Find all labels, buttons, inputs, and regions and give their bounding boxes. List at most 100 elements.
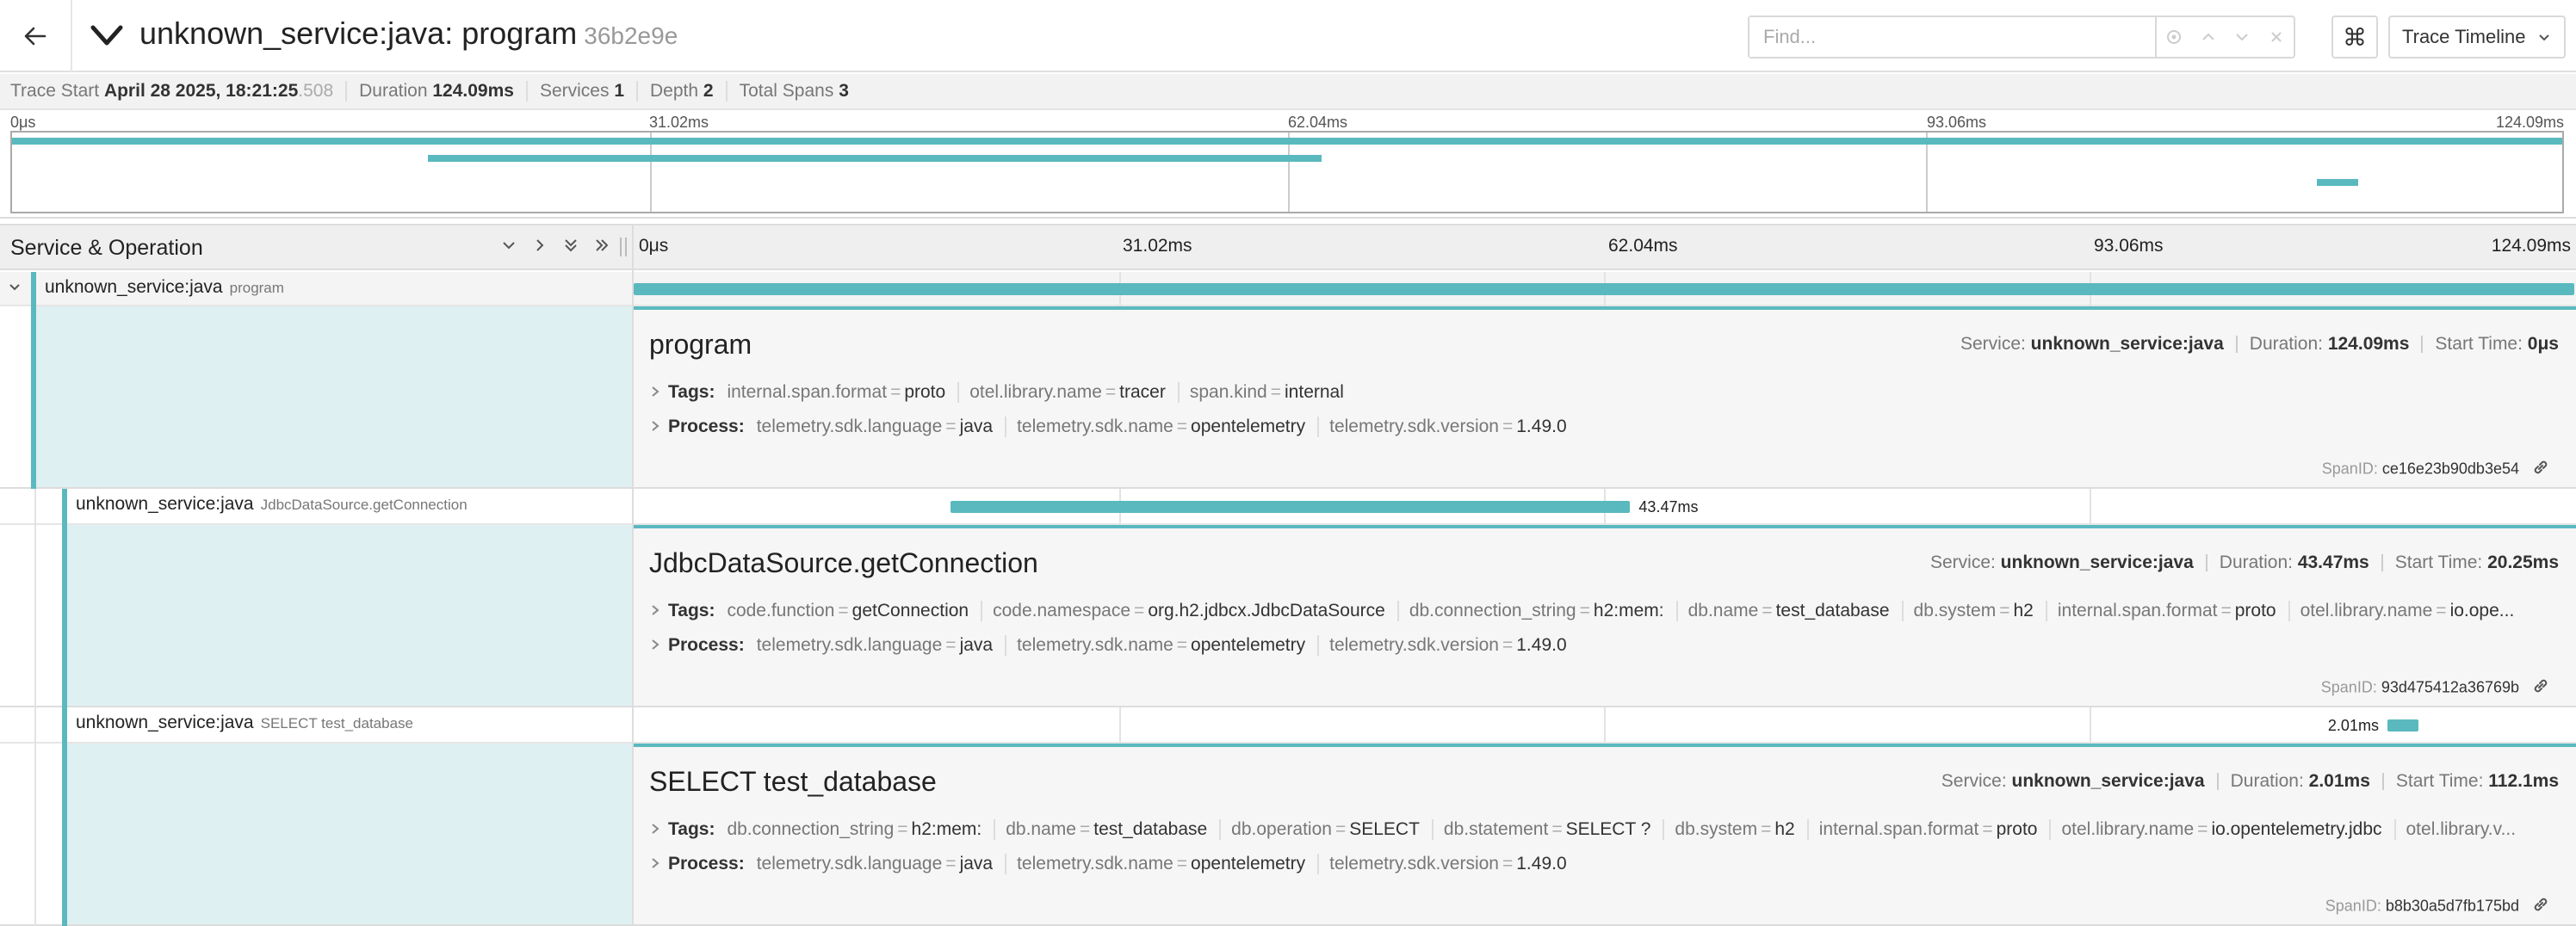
tag-equals: = xyxy=(2220,601,2232,620)
chevron-right-icon[interactable] xyxy=(649,856,661,873)
span-bar[interactable] xyxy=(950,501,1631,513)
span-name[interactable]: unknown_service:java program xyxy=(45,277,284,298)
tag-pair: db.system = h2 xyxy=(1675,819,1809,840)
duration-value: 2.01ms xyxy=(2308,771,2370,791)
span-duration-label: 43.47ms xyxy=(1638,498,1699,515)
locate-button[interactable] xyxy=(2157,17,2191,57)
expand-one-icon[interactable] xyxy=(530,236,549,255)
span-id-label: SpanID: xyxy=(2325,897,2386,915)
tag-value: proto xyxy=(2234,601,2276,620)
tag-equals: = xyxy=(1761,819,1772,839)
span-tags[interactable]: Tags: db.connection_string = h2:mem: db.name… xyxy=(649,819,2559,840)
chevron-right-icon[interactable] xyxy=(649,385,661,401)
keyboard-shortcuts-button[interactable]: ⌘ xyxy=(2331,15,2378,59)
span-detail-meta: Service: unknown_service:java Duration: 1… xyxy=(1960,334,2559,355)
tag-equals: = xyxy=(1334,819,1347,839)
start-time-value: 112.1ms xyxy=(2488,771,2559,791)
chevron-right-icon[interactable] xyxy=(649,419,661,435)
start-time-label: Start Time: xyxy=(2394,553,2488,572)
chevron-down-icon[interactable] xyxy=(7,279,22,299)
trace-start-label: Trace Start xyxy=(10,81,100,101)
tag-value: h2 xyxy=(2013,601,2034,620)
tag-key: db.connection_string xyxy=(727,819,895,839)
total-spans-value: 3 xyxy=(839,81,849,101)
tag-pair: db.statement = SELECT ? xyxy=(1444,819,1665,840)
clear-find-button[interactable] xyxy=(2259,17,2294,57)
collapse-one-icon[interactable] xyxy=(499,236,518,255)
span-detail-meta: Service: unknown_service:java Duration: 2… xyxy=(1941,771,2559,792)
tag-equals: = xyxy=(1176,854,1188,874)
span-color-marker xyxy=(62,707,67,744)
depth-value: 2 xyxy=(703,81,714,101)
span-row[interactable]: unknown_service:java program xyxy=(0,272,2576,306)
timeline-tick: 93.06ms xyxy=(2094,236,2164,256)
tag-key: db.statement xyxy=(1443,819,1549,839)
span-bar[interactable] xyxy=(634,283,2574,295)
span-id-value: b8b30a5d7fb175bd xyxy=(2385,897,2519,915)
link-icon[interactable] xyxy=(2531,895,2550,918)
chevron-right-icon[interactable] xyxy=(649,638,661,654)
chevron-down-icon[interactable] xyxy=(90,21,124,52)
span-tags[interactable]: Tags: code.function = getConnection code.nam… xyxy=(649,601,2559,621)
tag-equals: = xyxy=(945,417,957,436)
prev-match-button[interactable] xyxy=(2191,17,2226,57)
tag-key: internal.span.format xyxy=(1818,819,1979,839)
span-row[interactable]: unknown_service:java JdbcDataSource.getCo… xyxy=(0,489,2576,525)
link-icon[interactable] xyxy=(2531,458,2550,481)
timeline-gridline xyxy=(2089,489,2091,525)
span-id-label: SpanID: xyxy=(2321,460,2382,478)
span-name[interactable]: unknown_service:java SELECT test_database xyxy=(76,713,413,733)
minimap-span-bar xyxy=(428,155,1322,162)
tag-key: span.kind xyxy=(1189,382,1267,402)
tag-key: telemetry.sdk.name xyxy=(1017,417,1173,436)
tree-guide xyxy=(34,707,36,744)
tag-key: db.operation xyxy=(1231,819,1332,839)
meta-divider xyxy=(2216,773,2219,791)
tag-equals: = xyxy=(1502,854,1514,874)
back-button[interactable] xyxy=(0,0,72,72)
tag-equals: = xyxy=(1551,819,1563,839)
tag-value: io.opentelemetry.jdbc xyxy=(2211,819,2382,839)
tag-value: java xyxy=(959,854,994,874)
tag-key: internal.span.format xyxy=(727,382,888,402)
chevron-down-icon xyxy=(2236,34,2249,41)
chevron-right-icon[interactable] xyxy=(649,822,661,838)
span-detail-body: JdbcDataSource.getConnection Service: unk… xyxy=(634,525,2576,706)
tag-pair: code.namespace = org.h2.jdbcx.JdbcDataSour… xyxy=(993,601,1399,621)
tag-value: 1.49.0 xyxy=(1516,635,1567,655)
span-detail-title: JdbcDataSource.getConnection xyxy=(649,547,1038,578)
span-row[interactable]: unknown_service:java SELECT test_database… xyxy=(0,707,2576,744)
duration-value: 124.09ms xyxy=(432,81,514,101)
minimap-canvas[interactable] xyxy=(10,131,2564,213)
span-process[interactable]: Process: telemetry.sdk.language = java telem… xyxy=(649,417,2559,437)
span-detail-meta: Service: unknown_service:java Duration: 4… xyxy=(1930,553,2559,573)
tag-equals: = xyxy=(1176,417,1188,436)
trace-header: unknown_service:java: program36b2e9e ⌘ T… xyxy=(0,0,2576,72)
span-name[interactable]: unknown_service:java JdbcDataSource.getCo… xyxy=(76,494,468,515)
tag-equals: = xyxy=(890,382,901,402)
span-bar[interactable] xyxy=(2387,719,2419,732)
close-icon xyxy=(2271,32,2282,42)
span-detail-highlight xyxy=(67,744,632,924)
collapse-all-icon[interactable] xyxy=(561,236,580,255)
find-input[interactable] xyxy=(1749,17,2158,57)
column-resizer[interactable] xyxy=(620,238,627,256)
span-process[interactable]: Process: telemetry.sdk.language = java telem… xyxy=(649,635,2559,656)
meta-divider xyxy=(2205,554,2208,572)
link-icon[interactable] xyxy=(2531,676,2550,700)
trace-minimap[interactable]: 0μs 31.02ms 62.04ms 93.06ms 124.09ms xyxy=(0,110,2576,219)
view-mode-select[interactable]: Trace Timeline xyxy=(2388,15,2566,59)
tag-pair: db.connection_string = h2:mem: xyxy=(1409,601,1678,621)
next-match-button[interactable] xyxy=(2226,17,2260,57)
span-tags[interactable]: Tags: internal.span.format = proto otel.libr… xyxy=(649,382,2559,403)
tag-value: 1.49.0 xyxy=(1516,854,1567,874)
timeline-tick: 62.04ms xyxy=(1608,236,1678,256)
span-service: unknown_service:java xyxy=(45,277,223,297)
span-detail: program Service: unknown_service:java Dura… xyxy=(0,306,2576,489)
span-process[interactable]: Process: telemetry.sdk.language = java telem… xyxy=(649,854,2559,874)
tag-value: io.ope... xyxy=(2449,601,2515,620)
chevron-right-icon[interactable] xyxy=(649,603,661,620)
expand-all-icon[interactable] xyxy=(592,236,611,255)
tag-pair: otel.library.name = tracer xyxy=(969,382,1180,403)
tag-pair: telemetry.sdk.version = 1.49.0 xyxy=(1329,417,1579,437)
